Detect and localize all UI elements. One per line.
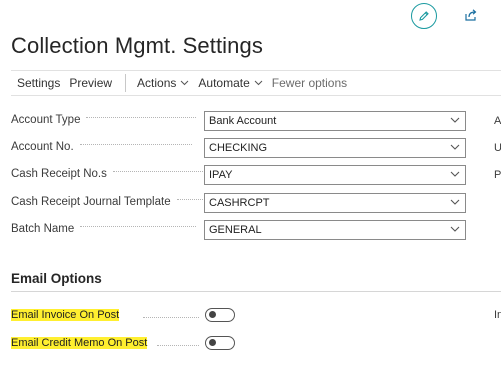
actions-menu[interactable]: Actions [137,76,189,90]
select-value: IPAY [209,169,233,181]
action-bar: Settings Preview Actions Automate Fewer … [11,70,501,96]
email-credit-memo-on-post-toggle[interactable] [205,336,235,350]
leader-dots [157,345,199,346]
toggle-label: Email Invoice On Post [11,309,120,321]
clipped-label: U [494,142,501,154]
select-value: Bank Account [209,115,277,127]
email-credit-memo-on-post-row: Email Credit Memo On Post [11,335,311,355]
toggle-knob [209,339,216,346]
fewer-options-label: Fewer options [271,76,348,90]
field-label: Batch Name [11,223,75,235]
automate-menu-label: Automate [198,76,250,90]
field-label: Cash Receipt No.s [11,168,107,180]
leader-dots [112,171,203,173]
leader-dots [80,226,197,228]
account-no-select[interactable]: CHECKING [204,138,466,158]
field-label: Account No. [11,141,74,153]
chevron-down-icon [450,199,460,205]
chevron-down-icon [450,144,460,150]
fewer-options-button[interactable]: Fewer options [272,76,347,90]
leader-dots [79,144,192,146]
settings-action[interactable]: Settings [17,76,60,90]
automate-menu[interactable]: Automate [198,76,263,90]
chevron-down-icon [450,226,460,232]
toggle-knob [209,311,216,318]
chevron-down-icon [450,171,460,177]
chevron-down-icon [254,80,263,86]
pencil-icon [419,11,429,21]
preview-action-label: Preview [69,76,113,90]
share-button[interactable] [462,6,480,24]
field-label: Account Type [11,114,81,126]
edit-button[interactable] [411,3,437,29]
account-type-select[interactable]: Bank Account [204,111,466,131]
actions-menu-label: Actions [137,76,177,90]
field-batch-name: Batch Name GENERAL [11,220,471,240]
page-title: Collection Mgmt. Settings [11,33,263,58]
action-bar-divider [125,74,127,92]
email-invoice-on-post-row: Email Invoice On Post [11,307,311,327]
chevron-down-icon [181,80,189,86]
cash-receipt-journal-template-select[interactable]: CASHRCPT [204,193,466,213]
batch-name-select[interactable]: GENERAL [204,220,466,240]
share-icon [465,9,477,21]
chevron-down-icon [450,117,460,123]
field-label: Cash Receipt Journal Template [11,196,171,208]
select-value: CHECKING [209,142,268,154]
select-value: GENERAL [209,224,262,236]
clipped-label: P [494,169,501,181]
email-invoice-on-post-toggle[interactable] [205,308,235,322]
select-value: CASHRCPT [209,197,270,209]
clipped-label: A [494,115,501,127]
leader-dots [176,199,203,201]
cash-receipt-nos-select[interactable]: IPAY [204,165,466,185]
toggle-label: Email Credit Memo On Post [11,337,148,349]
email-options-heading: Email Options [11,271,102,286]
clipped-label: In [494,309,501,321]
field-cash-receipt-journal-template: Cash Receipt Journal Template CASHRCPT [11,193,471,213]
leader-dots [143,317,199,318]
field-account-no: Account No. CHECKING [11,138,471,158]
settings-action-label: Settings [17,76,61,90]
field-cash-receipt-nos: Cash Receipt No.s IPAY [11,165,471,185]
preview-action[interactable]: Preview [69,76,112,90]
leader-dots [86,117,197,119]
section-divider [11,291,501,292]
top-actions [0,0,501,30]
field-account-type: Account Type Bank Account [11,111,471,131]
